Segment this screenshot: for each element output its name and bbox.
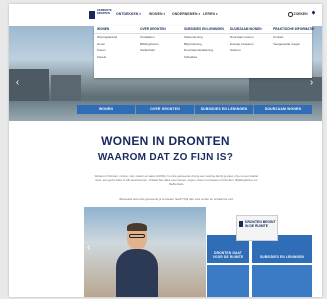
logo-text: GEMEENTE DRONTEN — [97, 9, 112, 15]
mega-col-over-dronten: OVER DRONTEN Ontdekken Biddinghuizen Swi… — [137, 26, 181, 78]
location-pin-icon[interactable] — [311, 10, 316, 15]
dronten-logo[interactable]: GEMEENTE DRONTEN — [89, 9, 112, 21]
house-shape — [51, 75, 81, 103]
hero-button-duurzaam[interactable]: DUURZAAM WONEN — [254, 105, 312, 114]
mega-link[interactable]: Veelgestelde vragen — [270, 41, 312, 48]
mega-heading[interactable]: OVER DRONTEN — [137, 26, 181, 34]
dronten-flag-icon: DRONTEN BEGINT IN DE RUIMTE — [236, 215, 278, 241]
search-icon — [288, 12, 293, 17]
mega-link[interactable]: Kavels — [94, 54, 137, 61]
search-button[interactable]: ZOEKEN — [288, 12, 308, 17]
mega-menu: WONEN Woningaanbod Huren Kopen Kavels OV… — [94, 26, 314, 78]
page-subtitle: WAAROM DAT ZO FIJN IS? — [97, 152, 234, 163]
mega-link[interactable]: Swifterbant — [137, 47, 181, 54]
nav-label: ONTDEKKEN — [116, 12, 139, 16]
mega-heading[interactable]: DUURZAAM WONEN — [227, 26, 270, 34]
mega-heading[interactable]: PRAKTISCHE INFORMATIE — [270, 26, 314, 34]
intro-text: Wonen in Dronten: ruimte, rust, natuur e… — [94, 174, 259, 186]
person-body — [116, 249, 158, 297]
logo-mark-icon — [89, 11, 95, 19]
nav-leren[interactable]: LEREN▾ — [203, 12, 218, 16]
top-navigation: GEMEENTE DRONTEN ONTDEKKEN▾ WONEN▾ ONDER… — [9, 4, 322, 26]
nav-label: ONDERNEMEN — [172, 12, 198, 16]
hero-button-over-dronten[interactable]: OVER DRONTEN — [136, 105, 194, 114]
tile-grid: ‹ DRONTEN GAAT VOOR DE RUIMTE SUBSIDIES … — [9, 207, 322, 297]
person-hair — [127, 223, 147, 231]
nav-wonen[interactable]: WONEN▾ — [149, 12, 165, 16]
hero-button-bar: WONEN OVER DRONTEN SUBSIDIES EN LENINGEN… — [9, 103, 322, 118]
glasses-icon — [129, 234, 145, 238]
nav-ondernemen[interactable]: ONDERNEMEN▾ — [172, 12, 200, 16]
intro-text-secondary: Benieuwd wat onze gemeente je te bieden … — [119, 197, 234, 201]
tile-label: DRONTEN GAAT VOOR DE RUIMTE — [212, 250, 244, 259]
flag-logo-mark-icon — [239, 221, 243, 227]
chevron-down-icon: ▾ — [216, 12, 218, 16]
nav-label: LEREN — [203, 12, 215, 16]
hero-button-wonen[interactable]: WONEN — [77, 105, 135, 114]
chevron-down-icon: ▾ — [139, 12, 141, 16]
person-photo — [116, 223, 158, 297]
search-label: ZOEKEN — [293, 12, 308, 17]
carousel-prev-icon[interactable]: ‹ — [87, 242, 90, 253]
tile-lower-right[interactable] — [252, 265, 312, 297]
page: GEMEENTE DRONTEN ONTDEKKEN▾ WONEN▾ ONDER… — [9, 4, 322, 297]
tile-lower-left[interactable] — [207, 265, 249, 297]
mega-col-wonen: WONEN Woningaanbod Huren Kopen Kavels — [94, 26, 137, 78]
page-title: WONEN IN DRONTEN — [101, 134, 230, 148]
mega-col-duurzaam: DUURZAAM WONEN Duurzaam wonen Energie be… — [227, 26, 270, 78]
mega-link[interactable]: Isoleren — [227, 47, 270, 54]
photo-tile[interactable]: ‹ — [84, 207, 206, 297]
carousel-prev-icon[interactable]: ‹ — [13, 76, 22, 89]
tile-label: SUBSIDIES EN LENINGEN — [259, 254, 305, 259]
mega-col-subsidies: SUBSIDIES EN LENINGEN Starterslening Bli… — [181, 26, 227, 78]
mega-heading[interactable]: WONEN — [94, 26, 137, 34]
nav-label: WONEN — [149, 12, 163, 16]
flag-text: DRONTEN BEGINT IN DE RUIMTE — [245, 220, 276, 228]
chevron-down-icon: ▾ — [198, 12, 201, 16]
nav-ontdekken[interactable]: ONTDEKKEN▾ — [116, 12, 141, 16]
hero-button-subsidies[interactable]: SUBSIDIES EN LENINGEN — [195, 105, 253, 114]
mega-col-praktisch: PRAKTISCHE INFORMATIE Contact Veelgestel… — [270, 26, 314, 78]
mega-heading[interactable]: SUBSIDIES EN LENINGEN — [181, 26, 227, 34]
mega-link[interactable]: Subsidies — [181, 54, 227, 61]
chevron-down-icon: ▾ — [163, 12, 166, 16]
